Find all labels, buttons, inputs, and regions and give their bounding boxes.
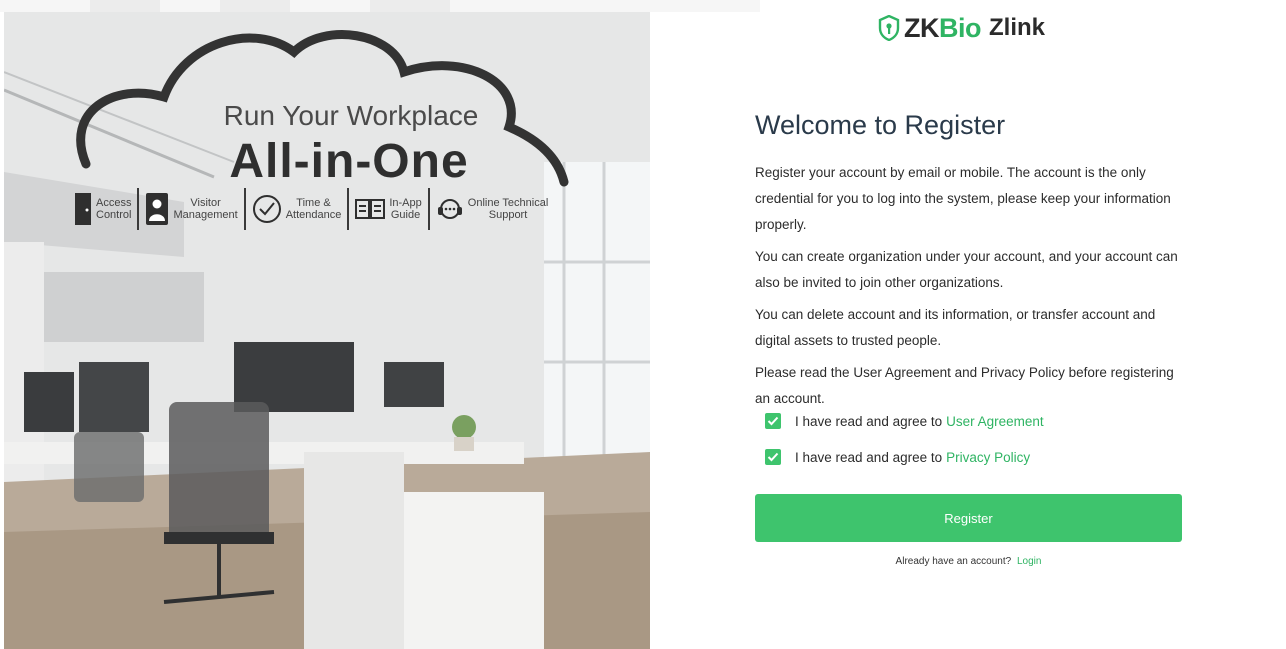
agreement-text: I have read and agree to	[795, 413, 943, 429]
feature-label: Support	[488, 209, 528, 221]
user-agreement-link[interactable]: User Agreement	[946, 414, 1044, 429]
feature-list: Access Control Visitor Management Time &	[68, 188, 554, 230]
feature-label: In-App	[389, 197, 422, 209]
feature-label: Management	[173, 209, 238, 221]
register-description: Register your account by email or mobile…	[755, 160, 1185, 418]
brand-logo: ZK Bio Zlink	[878, 12, 1045, 44]
feature-label: Control	[96, 209, 132, 221]
feature-label: Online Technical	[467, 197, 549, 209]
login-link[interactable]: Login	[1017, 556, 1041, 567]
checkmark-icon	[767, 416, 779, 426]
description-paragraph: You can delete account and its informati…	[755, 307, 1156, 348]
description-paragraph: Register your account by email or mobile…	[755, 165, 1171, 232]
feature-label: Visitor	[190, 197, 221, 209]
feature-label: Attendance	[285, 209, 342, 221]
hero-headline-line2: All-in-One	[229, 135, 469, 188]
door-icon	[75, 193, 91, 225]
user-agreement-row: I have read and agree to User Agreement	[765, 411, 1044, 431]
agreement-text: I have read and agree to	[795, 449, 943, 465]
register-button[interactable]: Register	[755, 494, 1182, 542]
logo-text-product: Zlink	[989, 14, 1046, 41]
shield-icon	[878, 15, 900, 41]
feature-label: Access	[96, 197, 132, 209]
feature-label: Guide	[390, 209, 421, 221]
user-agreement-checkbox[interactable]	[765, 413, 781, 429]
visitor-icon	[146, 193, 169, 225]
feature-in-app-guide: In-App Guide	[349, 188, 430, 230]
logo-text-bio: Bio	[939, 12, 982, 43]
feature-label: Time &	[296, 197, 331, 209]
book-icon	[355, 199, 386, 219]
login-prompt-row: Already have an account? Login	[755, 556, 1182, 567]
checkmark-icon	[767, 452, 779, 462]
feature-online-support: Online Technical Support	[430, 188, 555, 230]
feature-visitor-management: Visitor Management	[139, 188, 246, 230]
page-title: Welcome to Register	[755, 110, 1006, 140]
feature-access-control: Access Control	[68, 188, 140, 230]
hero-headline-line1: Run Your Workplace	[223, 100, 479, 131]
hero-image: Run Your Workplace All-in-One Access Con…	[4, 12, 650, 649]
logo-text-zk: ZK	[904, 12, 940, 43]
login-prompt-text: Already have an account?	[895, 556, 1012, 567]
clock-icon	[252, 195, 281, 223]
feature-time-attendance: Time & Attendance	[246, 188, 350, 230]
top-strip	[0, 0, 760, 12]
privacy-policy-checkbox[interactable]	[765, 449, 781, 465]
privacy-policy-link[interactable]: Privacy Policy	[946, 450, 1030, 465]
description-paragraph: Please read the User Agreement and Priva…	[755, 365, 1174, 406]
description-paragraph: You can create organization under your a…	[755, 249, 1178, 290]
privacy-policy-row: I have read and agree to Privacy Policy	[765, 447, 1030, 467]
headset-icon	[437, 199, 462, 219]
